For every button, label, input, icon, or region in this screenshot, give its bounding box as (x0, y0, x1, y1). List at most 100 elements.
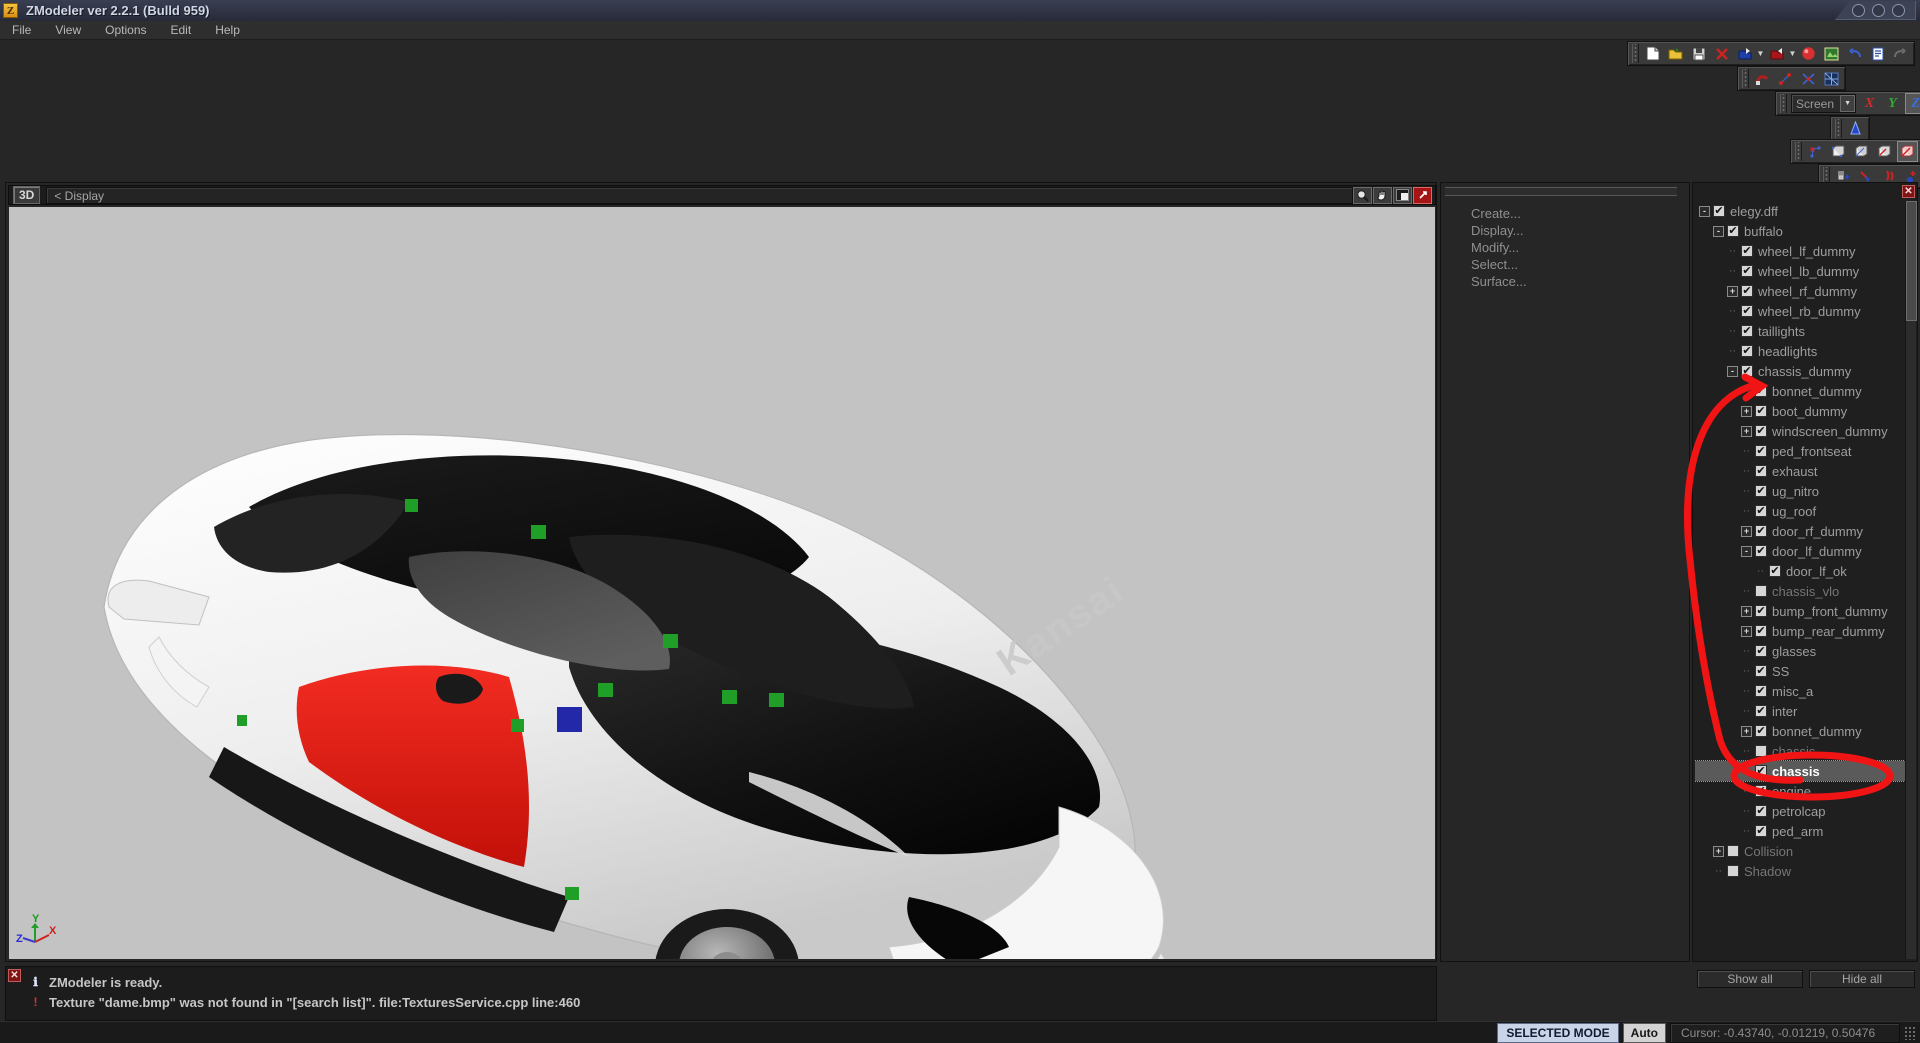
visibility-checkbox[interactable]: ✔ (1755, 645, 1767, 657)
tree-node-door-lf-dummy[interactable]: - ✔ door_lf_dummy (1695, 541, 1905, 561)
delete-icon[interactable] (1711, 43, 1732, 64)
visibility-checkbox[interactable]: ✔ (1741, 285, 1753, 297)
maximize-viewport-icon[interactable] (1413, 186, 1432, 204)
element-select-icon[interactable] (1897, 141, 1918, 162)
tree-node-chassis-dummy[interactable]: - ✔ chassis_dummy (1695, 361, 1905, 381)
coordinate-system-select[interactable]: Screen ▼ (1791, 94, 1857, 113)
export-dropdown-icon[interactable]: ▼ (1788, 49, 1797, 58)
toolbar-grip[interactable] (1795, 142, 1802, 161)
axis-x-button[interactable]: X (1859, 93, 1880, 114)
expand-icon[interactable]: + (1741, 725, 1752, 737)
close-button[interactable] (1892, 3, 1905, 17)
visibility-checkbox[interactable]: ✔ (1741, 365, 1753, 377)
collapse-icon[interactable]: - (1727, 365, 1738, 377)
visibility-checkbox[interactable]: ✔ (1769, 565, 1781, 577)
tree-node-inter[interactable]: ·· ✔ inter (1695, 701, 1905, 721)
tree-node-ss[interactable]: ·· ✔ SS (1695, 661, 1905, 681)
tree-node-ped-frontseat[interactable]: ·· ✔ ped_frontseat (1695, 441, 1905, 461)
tree-node-ped-arm[interactable]: ·· ✔ ped_arm (1695, 821, 1905, 841)
visibility-checkbox[interactable]: ✔ (1741, 345, 1753, 357)
resize-grip[interactable] (1904, 1025, 1916, 1040)
visibility-checkbox[interactable]: ✔ (1755, 705, 1767, 717)
visibility-checkbox[interactable]: ✔ (1755, 605, 1767, 617)
vertex-mode-icon[interactable] (1775, 68, 1796, 89)
visibility-checkbox[interactable]: ✔ (1727, 225, 1739, 237)
axis-z-button[interactable]: Z (1905, 93, 1920, 114)
tree-node-exhaust[interactable]: ·· ✔ exhaust (1695, 461, 1905, 481)
menu-view[interactable]: View (43, 21, 93, 39)
menu-options[interactable]: Options (93, 21, 158, 39)
expand-icon[interactable]: + (1741, 405, 1752, 417)
menu-help[interactable]: Help (203, 21, 252, 39)
expand-icon[interactable]: + (1713, 845, 1724, 857)
viewport-mode-button[interactable]: 3D (13, 186, 41, 204)
collapse-icon[interactable]: - (1741, 545, 1752, 557)
pan-tool-icon[interactable] (1373, 186, 1392, 204)
visibility-checkbox[interactable]: ✔ (1755, 825, 1767, 837)
expand-icon[interactable]: + (1741, 425, 1752, 437)
tree-node-chassis[interactable]: ·· chassis (1695, 741, 1905, 761)
expand-icon[interactable]: + (1741, 625, 1752, 637)
vertex-select-icon[interactable] (1805, 141, 1826, 162)
tree-node-petrolcap[interactable]: ·· ✔ petrolcap (1695, 801, 1905, 821)
tree-node-bump-front-dummy[interactable]: + ✔ bump_front_dummy (1695, 601, 1905, 621)
properties-icon[interactable] (1867, 43, 1888, 64)
tree-node-glasses[interactable]: ·· ✔ glasses (1695, 641, 1905, 661)
tree-node-ug-roof[interactable]: ·· ✔ ug_roof (1695, 501, 1905, 521)
visibility-checkbox[interactable]: ✔ (1741, 245, 1753, 257)
tree-scrollbar[interactable] (1905, 201, 1917, 959)
mesh-mode-icon[interactable] (1821, 68, 1842, 89)
import-icon[interactable] (1734, 43, 1755, 64)
render-sphere-icon[interactable] (1798, 43, 1819, 64)
materials-icon[interactable] (1821, 43, 1842, 64)
visibility-checkbox[interactable]: ✔ (1755, 525, 1767, 537)
menu-edit[interactable]: Edit (159, 21, 204, 39)
command-create[interactable]: Create... (1467, 205, 1531, 222)
shading-mode-icon[interactable] (1393, 186, 1412, 204)
open-file-icon[interactable] (1665, 43, 1686, 64)
visibility-checkbox[interactable]: ✔ (1755, 665, 1767, 677)
hide-all-button[interactable]: Hide all (1809, 970, 1915, 988)
tree-node-elegy-dff[interactable]: - ✔ elegy.dff (1695, 201, 1905, 221)
tree-node-buffalo[interactable]: - ✔ buffalo (1695, 221, 1905, 241)
tree-node-bump-rear-dummy[interactable]: + ✔ bump_rear_dummy (1695, 621, 1905, 641)
export-icon[interactable] (1766, 43, 1787, 64)
tree-node-ug-nitro[interactable]: ·· ✔ ug_nitro (1695, 481, 1905, 501)
visibility-checkbox[interactable]: ✔ (1755, 765, 1767, 777)
tree-node-shadow[interactable]: ·· Shadow (1695, 861, 1905, 881)
tree-node-engine[interactable]: ·· ✔ engine (1695, 781, 1905, 801)
visibility-checkbox[interactable]: ✔ (1755, 385, 1767, 397)
visibility-checkbox[interactable]: ✔ (1755, 425, 1767, 437)
show-all-button[interactable]: Show all (1697, 970, 1803, 988)
tree-node-chassis[interactable]: ·· ✔ chassis (1695, 760, 1905, 782)
tree-node-door-rf-dummy[interactable]: + ✔ door_rf_dummy (1695, 521, 1905, 541)
tree-node-bonnet-dummy[interactable]: + ✔ bonnet_dummy (1695, 721, 1905, 741)
polygon-select-icon[interactable] (1851, 141, 1872, 162)
tree-node-taillights[interactable]: ·· ✔ taillights (1695, 321, 1905, 341)
visibility-checkbox[interactable] (1755, 745, 1767, 757)
redo-icon[interactable] (1890, 43, 1911, 64)
visibility-checkbox[interactable]: ✔ (1741, 265, 1753, 277)
viewport-canvas[interactable]: Kansai Z Y X (9, 207, 1435, 959)
object-select-icon[interactable] (1874, 141, 1895, 162)
tree-node-chassis-vlo[interactable]: ·· chassis_vlo (1695, 581, 1905, 601)
visibility-checkbox[interactable]: ✔ (1741, 325, 1753, 337)
minimize-button[interactable] (1852, 3, 1865, 17)
visibility-checkbox[interactable]: ✔ (1755, 505, 1767, 517)
visibility-checkbox[interactable]: ✔ (1755, 685, 1767, 697)
tree-node-windscreen-dummy[interactable]: + ✔ windscreen_dummy (1695, 421, 1905, 441)
visibility-checkbox[interactable]: ✔ (1755, 785, 1767, 797)
command-select[interactable]: Select... (1467, 256, 1531, 273)
menu-file[interactable]: File (0, 21, 43, 39)
save-file-icon[interactable] (1688, 43, 1709, 64)
expand-icon[interactable]: + (1727, 285, 1738, 297)
visibility-checkbox[interactable]: ✔ (1755, 625, 1767, 637)
tree-node-wheel-lf-dummy[interactable]: ·· ✔ wheel_lf_dummy (1695, 241, 1905, 261)
toolbar-grip[interactable] (1742, 69, 1749, 88)
tree-node-door-lf-ok[interactable]: ·· ✔ door_lf_ok (1695, 561, 1905, 581)
expand-icon[interactable]: + (1741, 525, 1752, 537)
visibility-checkbox[interactable]: ✔ (1755, 545, 1767, 557)
visibility-checkbox[interactable] (1755, 585, 1767, 597)
close-icon[interactable]: ✕ (1902, 185, 1915, 198)
undo-icon[interactable] (1844, 43, 1865, 64)
